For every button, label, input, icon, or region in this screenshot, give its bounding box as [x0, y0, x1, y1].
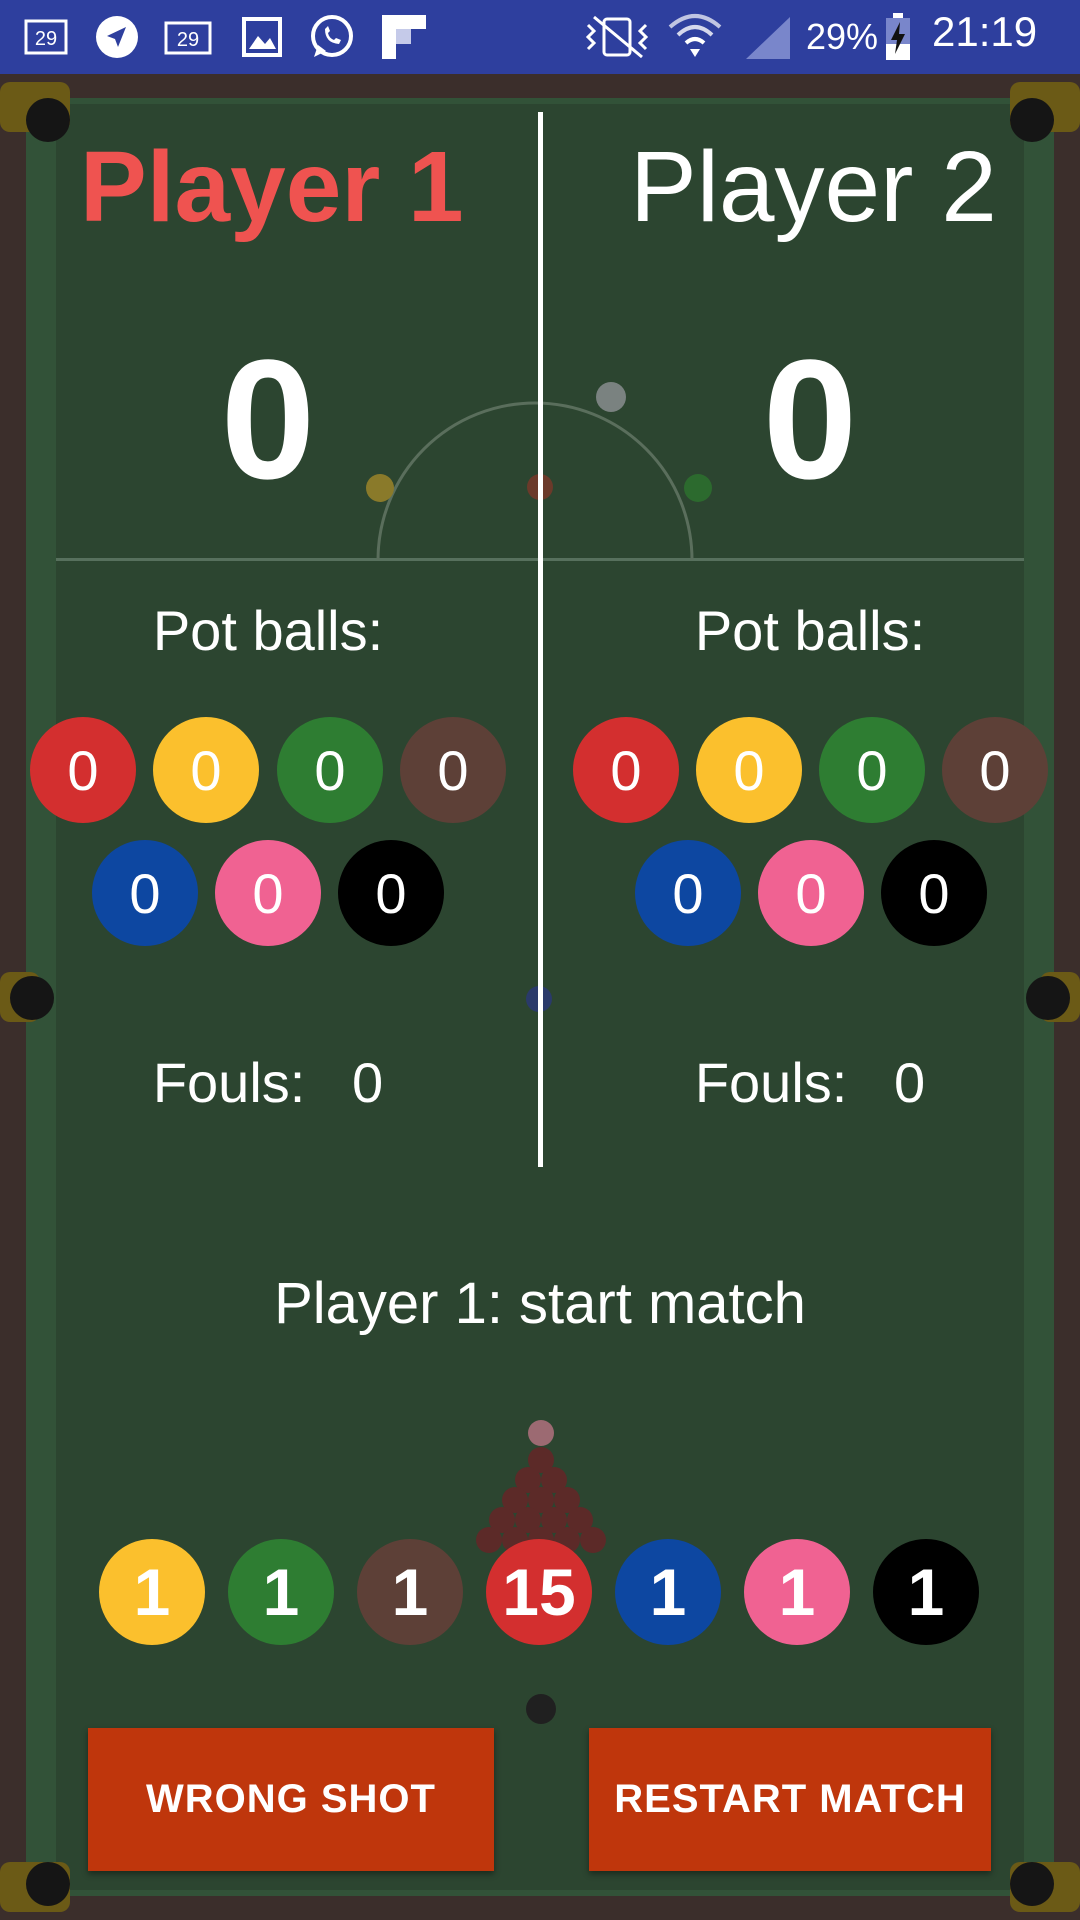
calendar-29-icon: 29 [160, 12, 216, 62]
pocket [1010, 1862, 1054, 1906]
player-2-score: 0 [762, 325, 858, 515]
player-1-score: 0 [220, 325, 316, 515]
remaining-red-balls: 15 [486, 1539, 592, 1645]
pocket [10, 976, 54, 1020]
svg-text:29: 29 [177, 29, 199, 51]
reds-triangle [476, 1420, 606, 1553]
pocket [26, 1862, 70, 1906]
vibrate-icon [582, 12, 652, 62]
remaining-yellow-ball: 1 [99, 1539, 205, 1645]
svg-text:29: 29 [35, 28, 57, 50]
whatsapp-icon [306, 12, 358, 62]
player-1-yellow-ball-button[interactable]: 0 [153, 717, 259, 823]
pocket [1026, 976, 1070, 1020]
player-1-fouls-label: Fouls: [152, 1051, 306, 1114]
player-2-fouls: Fouls: 0 [610, 1050, 1010, 1115]
player-2-yellow-ball-button[interactable]: 0 [696, 717, 802, 823]
battery-charging-icon [882, 12, 914, 62]
status-bar: 29 29 29% 21:19 [0, 0, 1080, 74]
remaining-pink-ball: 1 [744, 1539, 850, 1645]
player-2-red-ball-button[interactable]: 0 [573, 717, 679, 823]
player-2-black-ball-button[interactable]: 0 [881, 840, 987, 946]
player-1-black-ball-button[interactable]: 0 [338, 840, 444, 946]
player-2-blue-ball-button[interactable]: 0 [635, 840, 741, 946]
player-2-fouls-value: 0 [894, 1051, 926, 1114]
pocket [1010, 98, 1054, 142]
player-1-red-ball-button[interactable]: 0 [30, 717, 136, 823]
notification-29-icon: 29 [18, 12, 74, 62]
flipboard-icon [378, 12, 430, 62]
player-1-brown-ball-button[interactable]: 0 [400, 717, 506, 823]
wrong-shot-button[interactable]: WRONG SHOT [88, 1728, 494, 1871]
player-2-green-ball-button[interactable]: 0 [819, 717, 925, 823]
spot-black-ball [526, 1694, 556, 1724]
signal-icon [740, 12, 796, 62]
player-2-fouls-label: Fouls: [694, 1051, 848, 1114]
battery-percent: 29% [806, 16, 879, 57]
player-2-pink-ball-button[interactable]: 0 [758, 840, 864, 946]
player-2-brown-ball-button[interactable]: 0 [942, 717, 1048, 823]
player-1-blue-ball-button[interactable]: 0 [92, 840, 198, 946]
remaining-brown-ball: 1 [357, 1539, 463, 1645]
match-status-message: Player 1: start match [274, 1271, 806, 1336]
player-2-name: Player 2 [630, 131, 997, 243]
wifi-icon [664, 12, 726, 62]
pocket [26, 98, 70, 142]
player-1-pot-label: Pot balls: [152, 599, 384, 662]
player-1-pink-ball-button[interactable]: 0 [215, 840, 321, 946]
player-1-name: Player 1 [80, 131, 464, 243]
navigation-icon [92, 12, 142, 62]
image-icon [238, 12, 286, 62]
remaining-black-ball: 1 [873, 1539, 979, 1645]
clock: 21:19 [932, 8, 1038, 55]
player-1-fouls: Fouls: 0 [68, 1050, 468, 1115]
player-2-pot-label: Pot balls: [694, 599, 926, 662]
player-1-fouls-value: 0 [352, 1051, 384, 1114]
restart-match-button[interactable]: RESTART MATCH [589, 1728, 991, 1871]
player-1-green-ball-button[interactable]: 0 [277, 717, 383, 823]
player-divider [538, 112, 543, 1167]
remaining-green-ball: 1 [228, 1539, 334, 1645]
remaining-blue-ball: 1 [615, 1539, 721, 1645]
